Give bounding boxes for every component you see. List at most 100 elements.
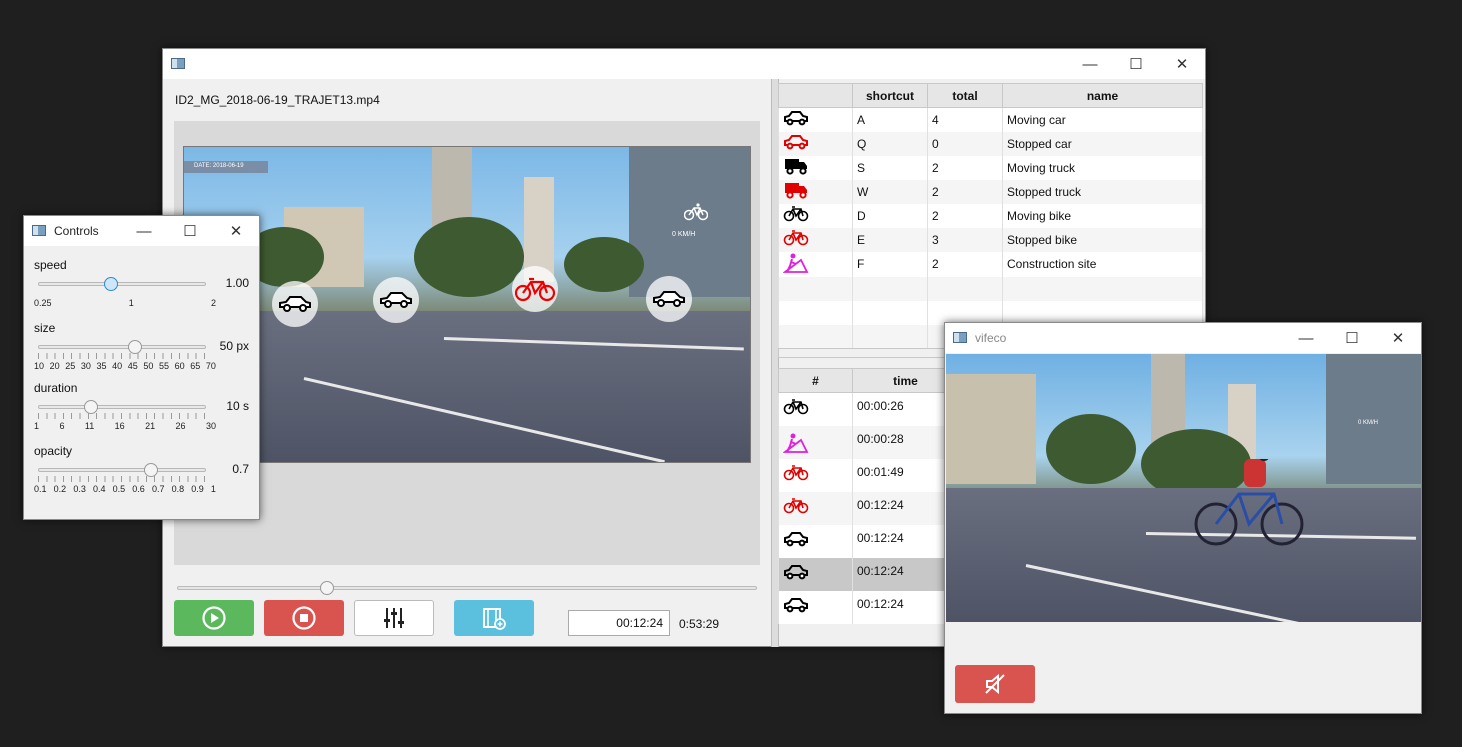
tick-label: 0.6 [132, 484, 145, 494]
time-cell: 00:12:24 [852, 491, 959, 525]
time-cell: 00:12:24 [852, 590, 959, 624]
col-name[interactable]: name [1002, 83, 1203, 108]
moving-truck-icon [778, 155, 853, 180]
time-cell: 00:12:24 [852, 524, 959, 558]
empty-cell [852, 324, 928, 349]
speed-slider[interactable] [38, 277, 206, 291]
app-icon [32, 225, 46, 236]
controls-button[interactable] [354, 600, 434, 636]
tick-label: 11 [84, 421, 95, 431]
opacity-ticks [38, 476, 206, 482]
app-icon [953, 332, 967, 343]
tree [414, 217, 524, 297]
col-time[interactable]: time [852, 368, 959, 393]
opacity-value: 0.7 [232, 462, 249, 476]
stop-circle-icon [292, 606, 316, 630]
add-video-button[interactable] [454, 600, 534, 636]
moving-car-icon [778, 524, 853, 558]
col-total[interactable]: total [927, 83, 1003, 108]
overlay-car-icon [272, 281, 318, 327]
category-row[interactable]: A 4 Moving car [778, 107, 1203, 132]
minimize-button[interactable]: — [1283, 323, 1329, 353]
category-row[interactable]: F 2 Construction site [778, 251, 1203, 277]
size-slider-knob[interactable] [127, 340, 142, 354]
size-ticks [38, 353, 206, 359]
category-row[interactable]: W 2 Stopped truck [778, 179, 1203, 204]
speed-slider-knob[interactable] [104, 277, 119, 291]
tick-label: 6 [59, 421, 65, 431]
total-cell: 0 [927, 131, 1003, 156]
minimize-button[interactable]: — [1067, 49, 1113, 79]
empty-cell [927, 276, 1003, 301]
moving-car-icon [778, 590, 853, 624]
shortcut-cell: W [852, 179, 928, 204]
tick-label: 50 [143, 361, 154, 371]
maximize-button[interactable]: ☐ [167, 216, 213, 246]
overlay-car-icon [646, 276, 692, 322]
name-cell: Stopped bike [1002, 227, 1203, 252]
tick-label: 0.25 [34, 298, 52, 308]
shortcut-cell: A [852, 107, 928, 132]
name-cell: Moving bike [1002, 203, 1203, 228]
total-cell: 2 [927, 155, 1003, 180]
secondary-video[interactable]: 0 KM/H [946, 354, 1421, 622]
overlay-car-icon [373, 277, 419, 323]
opacity-slider-knob[interactable] [144, 463, 159, 477]
hud-speed: 0 KM/H [672, 231, 696, 238]
empty-row [778, 276, 1203, 301]
mute-button[interactable] [955, 665, 1035, 703]
controls-titlebar[interactable]: Controls — ☐ ✕ [24, 216, 259, 246]
opacity-label: opacity [34, 444, 73, 458]
category-row[interactable]: Q 0 Stopped car [778, 131, 1203, 156]
moving-car-icon [778, 557, 853, 591]
col-number[interactable]: # [778, 368, 853, 393]
col-shortcut[interactable]: shortcut [852, 83, 928, 108]
col-icon[interactable] [778, 83, 853, 108]
empty-cell [927, 300, 1003, 325]
stopped-car-icon [778, 131, 853, 156]
close-button[interactable]: ✕ [213, 216, 259, 246]
play-button[interactable] [174, 600, 254, 636]
moving-bike-icon [778, 392, 853, 426]
shortcut-cell: E [852, 227, 928, 252]
hud-speed: 0 KM/H [1358, 420, 1379, 426]
size-slider[interactable] [38, 340, 206, 354]
vifeco-titlebar[interactable]: vifeco — ☐ ✕ [945, 323, 1421, 353]
stop-button[interactable] [264, 600, 344, 636]
building [946, 374, 1036, 484]
empty-cell [852, 276, 928, 301]
maximize-button[interactable]: ☐ [1113, 49, 1159, 79]
duration-slider-knob[interactable] [84, 400, 99, 414]
tick-label: 45 [127, 361, 138, 371]
tick-label: 40 [112, 361, 123, 371]
close-button[interactable]: ✕ [1159, 49, 1205, 79]
tick-label: 16 [114, 421, 125, 431]
category-row[interactable]: E 3 Stopped bike [778, 227, 1203, 252]
minimize-button[interactable]: — [121, 216, 167, 246]
tick-label: 1 [128, 298, 134, 308]
cyclist-icon [1194, 449, 1304, 552]
seek-knob[interactable] [320, 581, 334, 595]
tick-label: 0.1 [34, 484, 47, 494]
close-button[interactable]: ✕ [1375, 323, 1421, 353]
shortcut-cell: D [852, 203, 928, 228]
maximize-button[interactable]: ☐ [1329, 323, 1375, 353]
size-tick-labels: 10 20 25 30 35 40 45 50 55 60 65 70 [34, 361, 216, 371]
building [1326, 354, 1421, 484]
tick-label: 1 [34, 421, 40, 431]
file-name: ID2_MG_2018-06-19_TRAJET13.mp4 [175, 93, 380, 107]
category-row[interactable]: D 2 Moving bike [778, 203, 1203, 228]
seek-slider[interactable] [177, 581, 757, 595]
main-titlebar[interactable]: — ☐ ✕ [163, 49, 1205, 79]
video-player[interactable]: DATE: 2018-06-19 0 KM/H [183, 146, 751, 463]
category-row[interactable]: S 2 Moving truck [778, 155, 1203, 180]
time-cell: 00:01:49 [852, 458, 959, 492]
time-cell: 00:00:28 [852, 425, 959, 459]
total-cell: 2 [927, 251, 1003, 277]
name-cell: Stopped car [1002, 131, 1203, 156]
current-time-field[interactable]: 00:12:24 [568, 610, 670, 636]
duration-slider[interactable] [38, 400, 206, 414]
name-cell: Construction site [1002, 251, 1203, 277]
speed-value: 1.00 [225, 276, 249, 290]
opacity-slider[interactable] [38, 463, 206, 477]
